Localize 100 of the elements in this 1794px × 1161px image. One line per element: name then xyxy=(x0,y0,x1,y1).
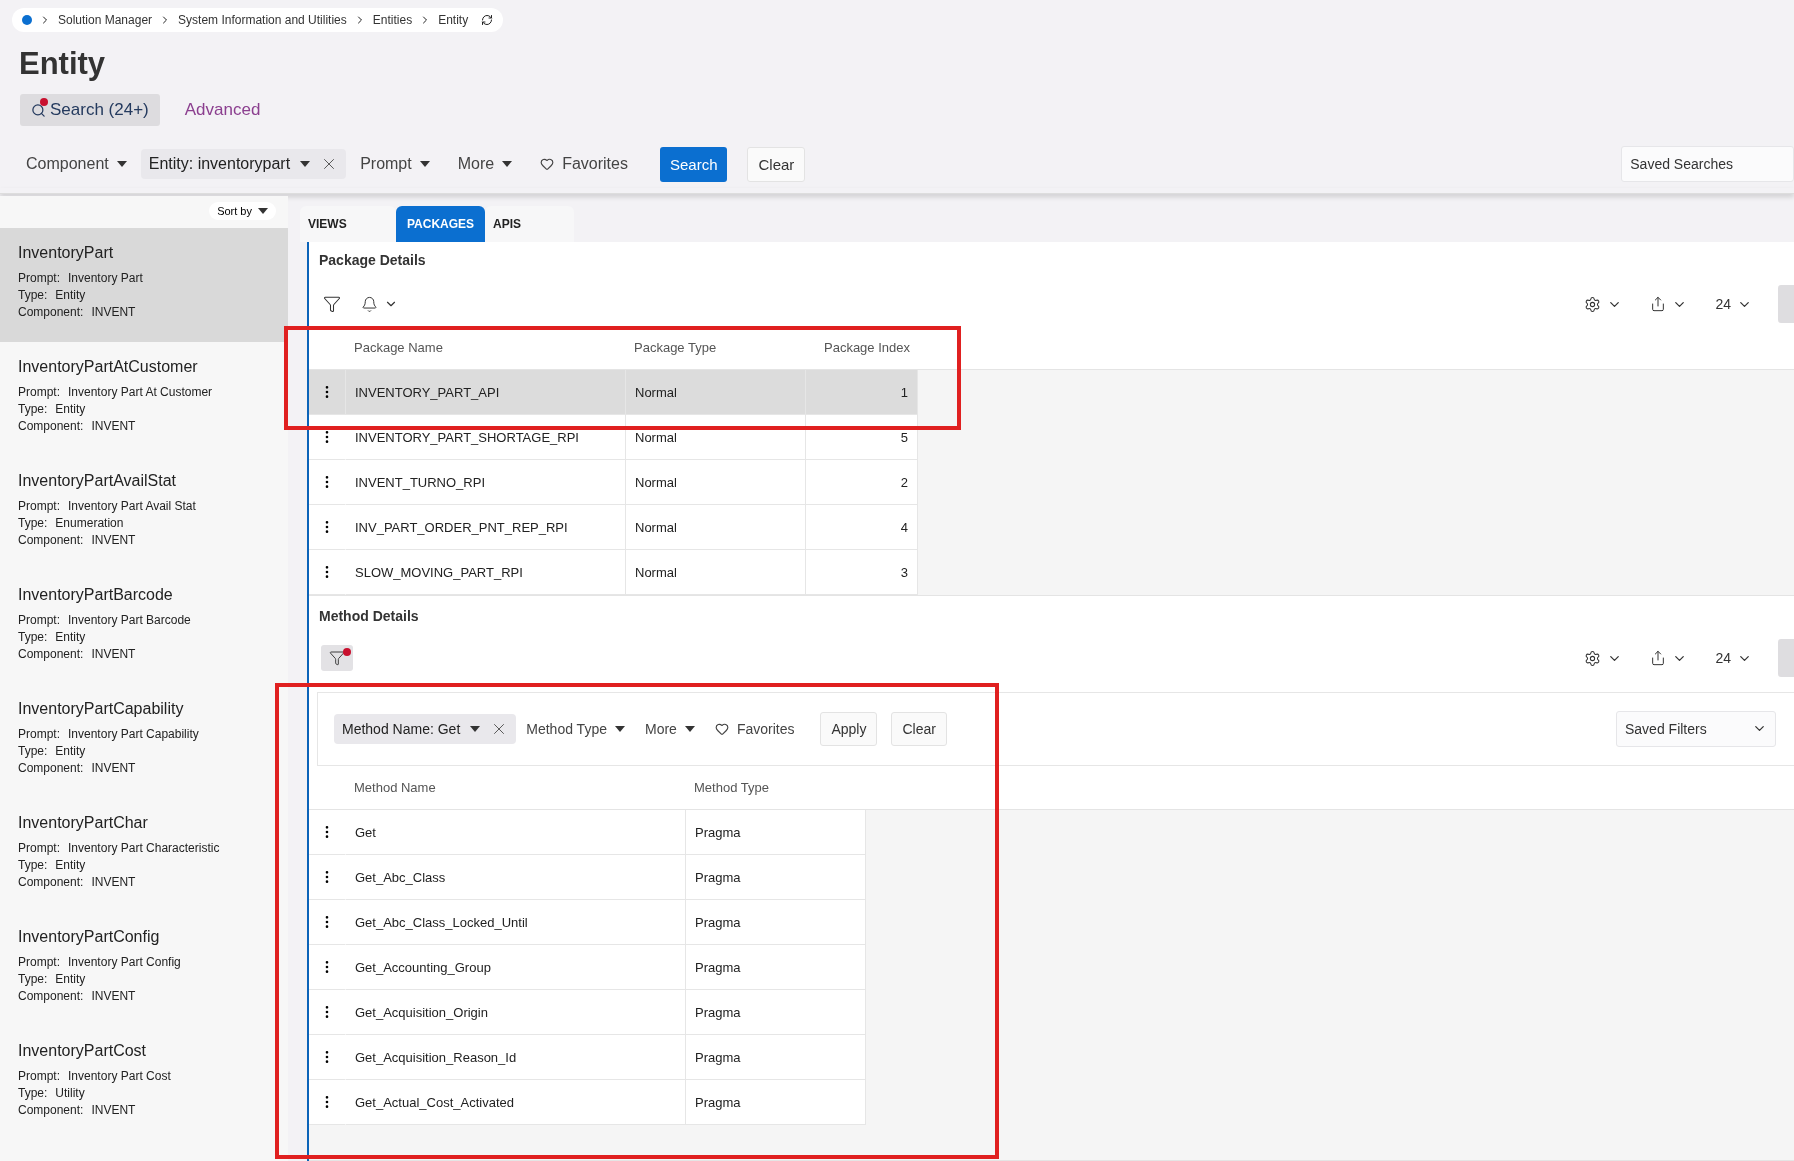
export-icon xyxy=(1650,650,1667,666)
table-cell: 5 xyxy=(806,415,918,460)
field-label: Component: xyxy=(18,760,84,777)
column-header[interactable]: Package Type xyxy=(626,340,806,355)
field-label: Component: xyxy=(18,874,84,891)
field-value: Entity xyxy=(55,857,86,874)
field-label: Prompt: xyxy=(18,498,60,515)
breadcrumb-link[interactable]: System Information and Utilities xyxy=(178,13,347,27)
table-row[interactable]: INVENTORY_PART_API Normal 1 xyxy=(309,370,1794,415)
tab[interactable]: PACKAGES xyxy=(396,206,485,242)
tab[interactable]: APIS xyxy=(485,206,574,242)
saved-filters-dropdown[interactable]: Saved Filters xyxy=(1616,711,1776,747)
filter-dropdown[interactable]: Prompt xyxy=(346,147,444,181)
bell-icon xyxy=(361,295,378,313)
field-value: INVENT xyxy=(91,418,136,435)
field-value: Entity xyxy=(55,971,86,988)
search-mode-tab[interactable]: Search (24+) xyxy=(20,94,160,126)
column-header[interactable]: Package Index xyxy=(806,340,918,355)
table-cell: Pragma xyxy=(686,945,866,990)
filter-icon xyxy=(329,650,345,666)
sort-button[interactable]: Sort by xyxy=(209,202,276,220)
clear-button[interactable]: Clear xyxy=(747,146,806,182)
table-cell: INVENTORY_PART_SHORTAGE_RPI xyxy=(346,415,626,460)
table-cell: SLOW_MOVING_PART_RPI xyxy=(346,550,626,595)
search-mode-tab[interactable]: Advanced xyxy=(173,94,272,126)
table-cell: Normal xyxy=(626,460,806,505)
apply-button[interactable]: Apply xyxy=(820,712,878,746)
caret-icon xyxy=(116,161,127,167)
side-panel-button[interactable] xyxy=(1778,285,1794,323)
table-row[interactable]: Get_Acquisition_Origin Pragma xyxy=(309,990,1794,1035)
table-row[interactable]: Get_Acquisition_Reason_Id Pragma xyxy=(309,1035,1794,1080)
table-cell: Pragma xyxy=(686,1080,866,1125)
column-header[interactable]: Method Type xyxy=(686,780,866,795)
caret-icon xyxy=(419,161,430,167)
refresh-icon[interactable] xyxy=(481,14,494,26)
search-button[interactable]: Search xyxy=(659,146,728,182)
heart-icon xyxy=(540,157,555,171)
clear-button[interactable]: Clear xyxy=(891,712,947,746)
side-panel-button[interactable] xyxy=(1778,639,1794,677)
field-label: Type: xyxy=(18,857,48,874)
table-cell: Get_Acquisition_Origin xyxy=(346,990,686,1035)
filter-dropdown[interactable]: Component xyxy=(12,147,141,181)
filter-chip[interactable]: Entity: inventorypart xyxy=(140,149,347,179)
caret-icon xyxy=(502,161,513,167)
field-label: Type: xyxy=(18,515,48,532)
favorites-button[interactable]: Favorites xyxy=(526,147,642,181)
page-size-dropdown[interactable]: 24 xyxy=(1713,648,1754,668)
export-icon xyxy=(1650,296,1667,312)
field-label: Type: xyxy=(18,629,48,646)
table-row[interactable]: INVENT_TURNO_RPI Normal 2 xyxy=(309,460,1794,505)
entity-list-item[interactable]: InventoryPartConfig Prompt: Inventory Part Config Type: Entity Component: INVENT xyxy=(0,912,288,1026)
entity-list-item[interactable]: InventoryPartBarcode Prompt: Inventory Part Barcode Type: Entity Component: INVENT xyxy=(0,570,288,684)
table-cell: Pragma xyxy=(686,810,866,855)
saved-searches-dropdown[interactable]: Saved Searches xyxy=(1621,146,1794,182)
field-label: Prompt: xyxy=(18,384,60,401)
table-cell: Get_Acquisition_Reason_Id xyxy=(346,1035,686,1080)
entity-list-item[interactable]: InventoryPartCost Prompt: Inventory Part Cost Type: Utility Component: INVENT xyxy=(0,1026,288,1140)
table-row[interactable]: Get_Accounting_Group Pragma xyxy=(309,945,1794,990)
table-row[interactable]: Get_Abc_Class Pragma xyxy=(309,855,1794,900)
breadcrumb-link[interactable]: Entity xyxy=(438,13,469,27)
entity-name: InventoryPartAtCustomer xyxy=(18,358,199,376)
favorites-button[interactable]: Favorites xyxy=(704,713,805,745)
table-row[interactable]: Get_Actual_Cost_Activated Pragma xyxy=(309,1080,1794,1125)
breadcrumb-link[interactable]: Solution Manager xyxy=(58,13,153,27)
field-value: Inventory Part Config xyxy=(68,954,181,971)
settings-icon xyxy=(1584,295,1602,313)
page-size-dropdown[interactable]: 24 xyxy=(1713,294,1754,314)
filter-dropdown[interactable]: More xyxy=(443,147,527,181)
filter-dropdown[interactable]: More xyxy=(634,713,705,745)
field-value: Entity xyxy=(55,287,86,304)
entity-list-item[interactable]: InventoryPartAvailStat Prompt: Inventory Part Avail Stat Type: Enumeration Component: INVENT xyxy=(0,456,288,570)
field-value: INVENT xyxy=(91,532,136,549)
table-cell: 1 xyxy=(806,370,918,415)
table-row[interactable]: INV_PART_ORDER_PNT_REP_RPI Normal 4 xyxy=(309,505,1794,550)
field-value: Inventory Part Cost xyxy=(68,1068,171,1085)
column-header[interactable]: Method Name xyxy=(346,780,686,795)
table-cell: Normal xyxy=(626,505,806,550)
table-row[interactable]: INVENTORY_PART_SHORTAGE_RPI Normal 5 xyxy=(309,415,1794,460)
breadcrumb-link[interactable]: Entities xyxy=(372,13,413,27)
filter-dropdown[interactable]: Method Type xyxy=(516,713,635,745)
caret-icon xyxy=(258,208,268,214)
field-value: Inventory Part Capability xyxy=(68,726,199,743)
table-row[interactable]: SLOW_MOVING_PART_RPI Normal 3 xyxy=(309,550,1794,595)
caret-icon xyxy=(470,726,481,732)
field-value: Inventory Part Avail Stat xyxy=(68,498,196,515)
entity-list-item[interactable]: InventoryPartCapability Prompt: Inventory Part Capability Type: Entity Component: INVENT xyxy=(0,684,288,798)
entity-list-item[interactable]: InventoryPartAtCustomer Prompt: Inventory Part At Customer Type: Entity Component: INVENT xyxy=(0,342,288,456)
field-value: INVENT xyxy=(91,646,136,663)
table-row[interactable]: Get_Abc_Class_Locked_Until Pragma xyxy=(309,900,1794,945)
entity-list-item[interactable]: InventoryPart Prompt: Inventory Part Type: Entity Component: INVENT xyxy=(0,228,288,342)
field-value: Inventory Part Characteristic xyxy=(68,840,220,857)
table-row[interactable]: Get Pragma xyxy=(309,810,1794,855)
filter-chip[interactable]: Method Name: Get xyxy=(334,714,517,744)
tab[interactable]: VIEWS xyxy=(300,206,396,242)
field-label: Component: xyxy=(18,1102,84,1119)
entity-list-item[interactable]: InventoryPartChar Prompt: Inventory Part Characteristic Type: Entity Component: INVENT xyxy=(0,798,288,912)
field-label: Prompt: xyxy=(18,954,60,971)
field-value: Inventory Part At Customer xyxy=(68,384,213,401)
column-header[interactable]: Package Name xyxy=(346,340,626,355)
field-value: Inventory Part xyxy=(68,270,143,287)
